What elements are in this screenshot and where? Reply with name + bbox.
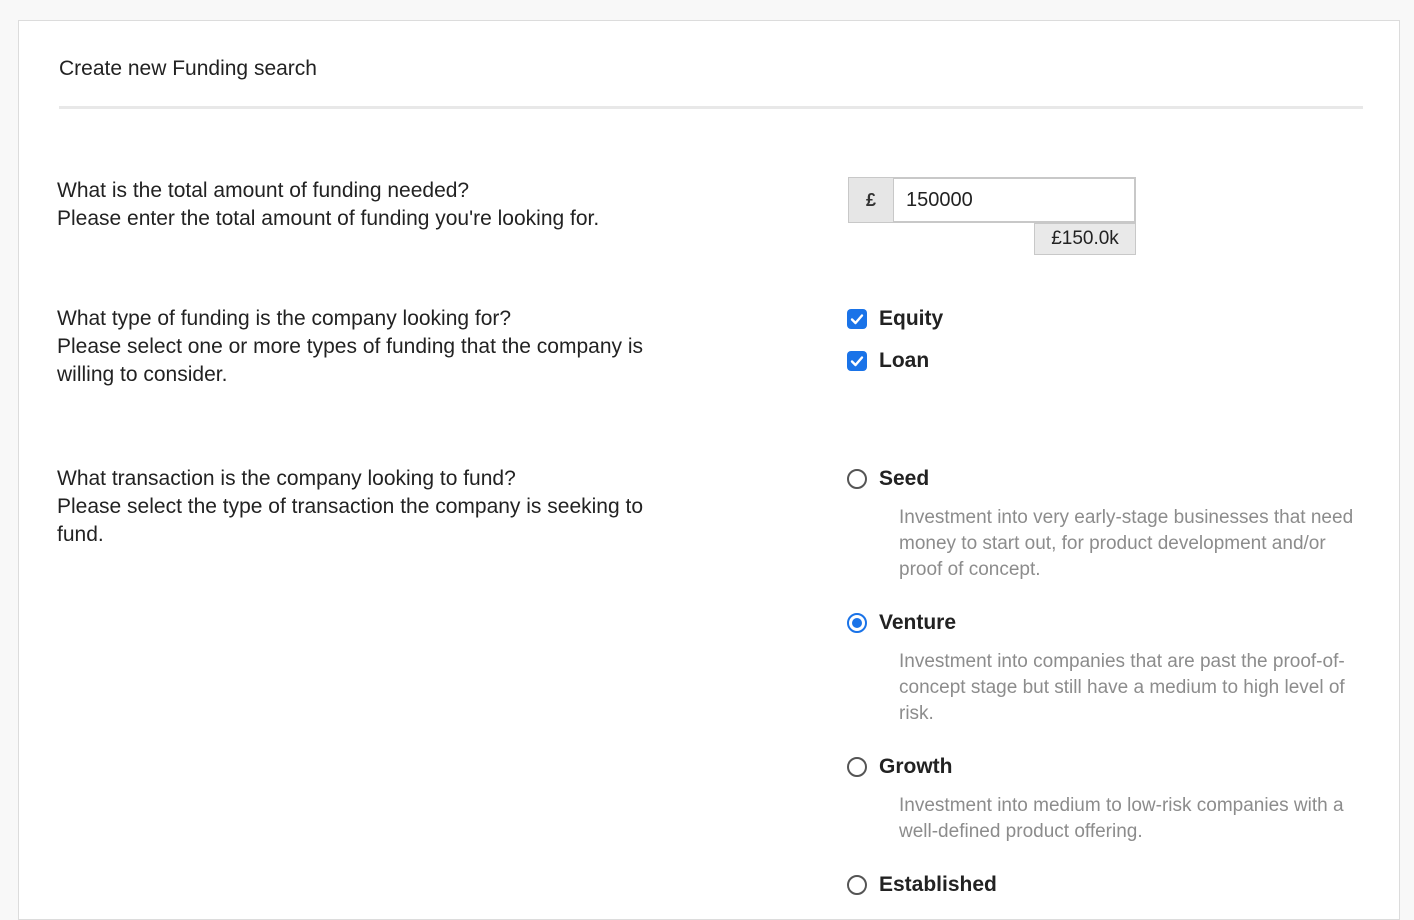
seed-description: Investment into very early-stage busines… xyxy=(899,507,1354,580)
amount-question-label: What is the total amount of funding need… xyxy=(57,179,470,202)
checkmark-icon xyxy=(850,314,864,325)
funding-type-question-label: What type of funding is the company look… xyxy=(57,307,512,330)
header-divider xyxy=(59,106,1363,109)
funding-amount-input[interactable] xyxy=(894,177,1136,223)
checkbox-equity-row[interactable]: Equity xyxy=(847,305,943,333)
venture-description: Investment into companies that are past … xyxy=(899,651,1345,724)
checkmark-icon xyxy=(850,356,864,367)
funding-type-question: What type of funding is the company look… xyxy=(57,305,657,389)
equity-label[interactable]: Equity xyxy=(879,307,943,331)
transaction-question-help: Please select the type of transaction th… xyxy=(57,495,644,546)
seed-radio[interactable] xyxy=(847,469,867,489)
transaction-question-label: What transaction is the company looking … xyxy=(57,467,516,490)
funding-type-question-help: Please select one or more types of fundi… xyxy=(57,335,644,386)
venture-label[interactable]: Venture xyxy=(879,611,956,635)
amount-question-help: Please enter the total amount of funding… xyxy=(57,207,600,230)
transaction-question: What transaction is the company looking … xyxy=(57,465,657,549)
radio-established-row[interactable]: Established xyxy=(847,871,997,899)
amount-input-group: £ xyxy=(848,177,1136,223)
amount-question: What is the total amount of funding need… xyxy=(57,177,657,233)
seed-label[interactable]: Seed xyxy=(879,467,929,491)
funding-search-panel: Create new Funding search What is the to… xyxy=(18,20,1400,920)
venture-radio[interactable] xyxy=(847,613,867,633)
radio-seed-row[interactable]: Seed xyxy=(847,465,929,493)
loan-checkbox[interactable] xyxy=(847,351,867,371)
loan-label[interactable]: Loan xyxy=(879,349,929,373)
established-radio[interactable] xyxy=(847,875,867,895)
checkbox-loan-row[interactable]: Loan xyxy=(847,347,929,375)
radio-growth-row[interactable]: Growth xyxy=(847,753,953,781)
equity-checkbox[interactable] xyxy=(847,309,867,329)
growth-label[interactable]: Growth xyxy=(879,755,953,779)
page-title: Create new Funding search xyxy=(59,57,317,80)
growth-description: Investment into medium to low-risk compa… xyxy=(899,795,1344,842)
amount-formatted-badge: £150.0k xyxy=(1034,223,1136,255)
established-label[interactable]: Established xyxy=(879,873,997,897)
radio-venture-row[interactable]: Venture xyxy=(847,609,956,637)
currency-symbol: £ xyxy=(848,177,894,223)
growth-radio[interactable] xyxy=(847,757,867,777)
